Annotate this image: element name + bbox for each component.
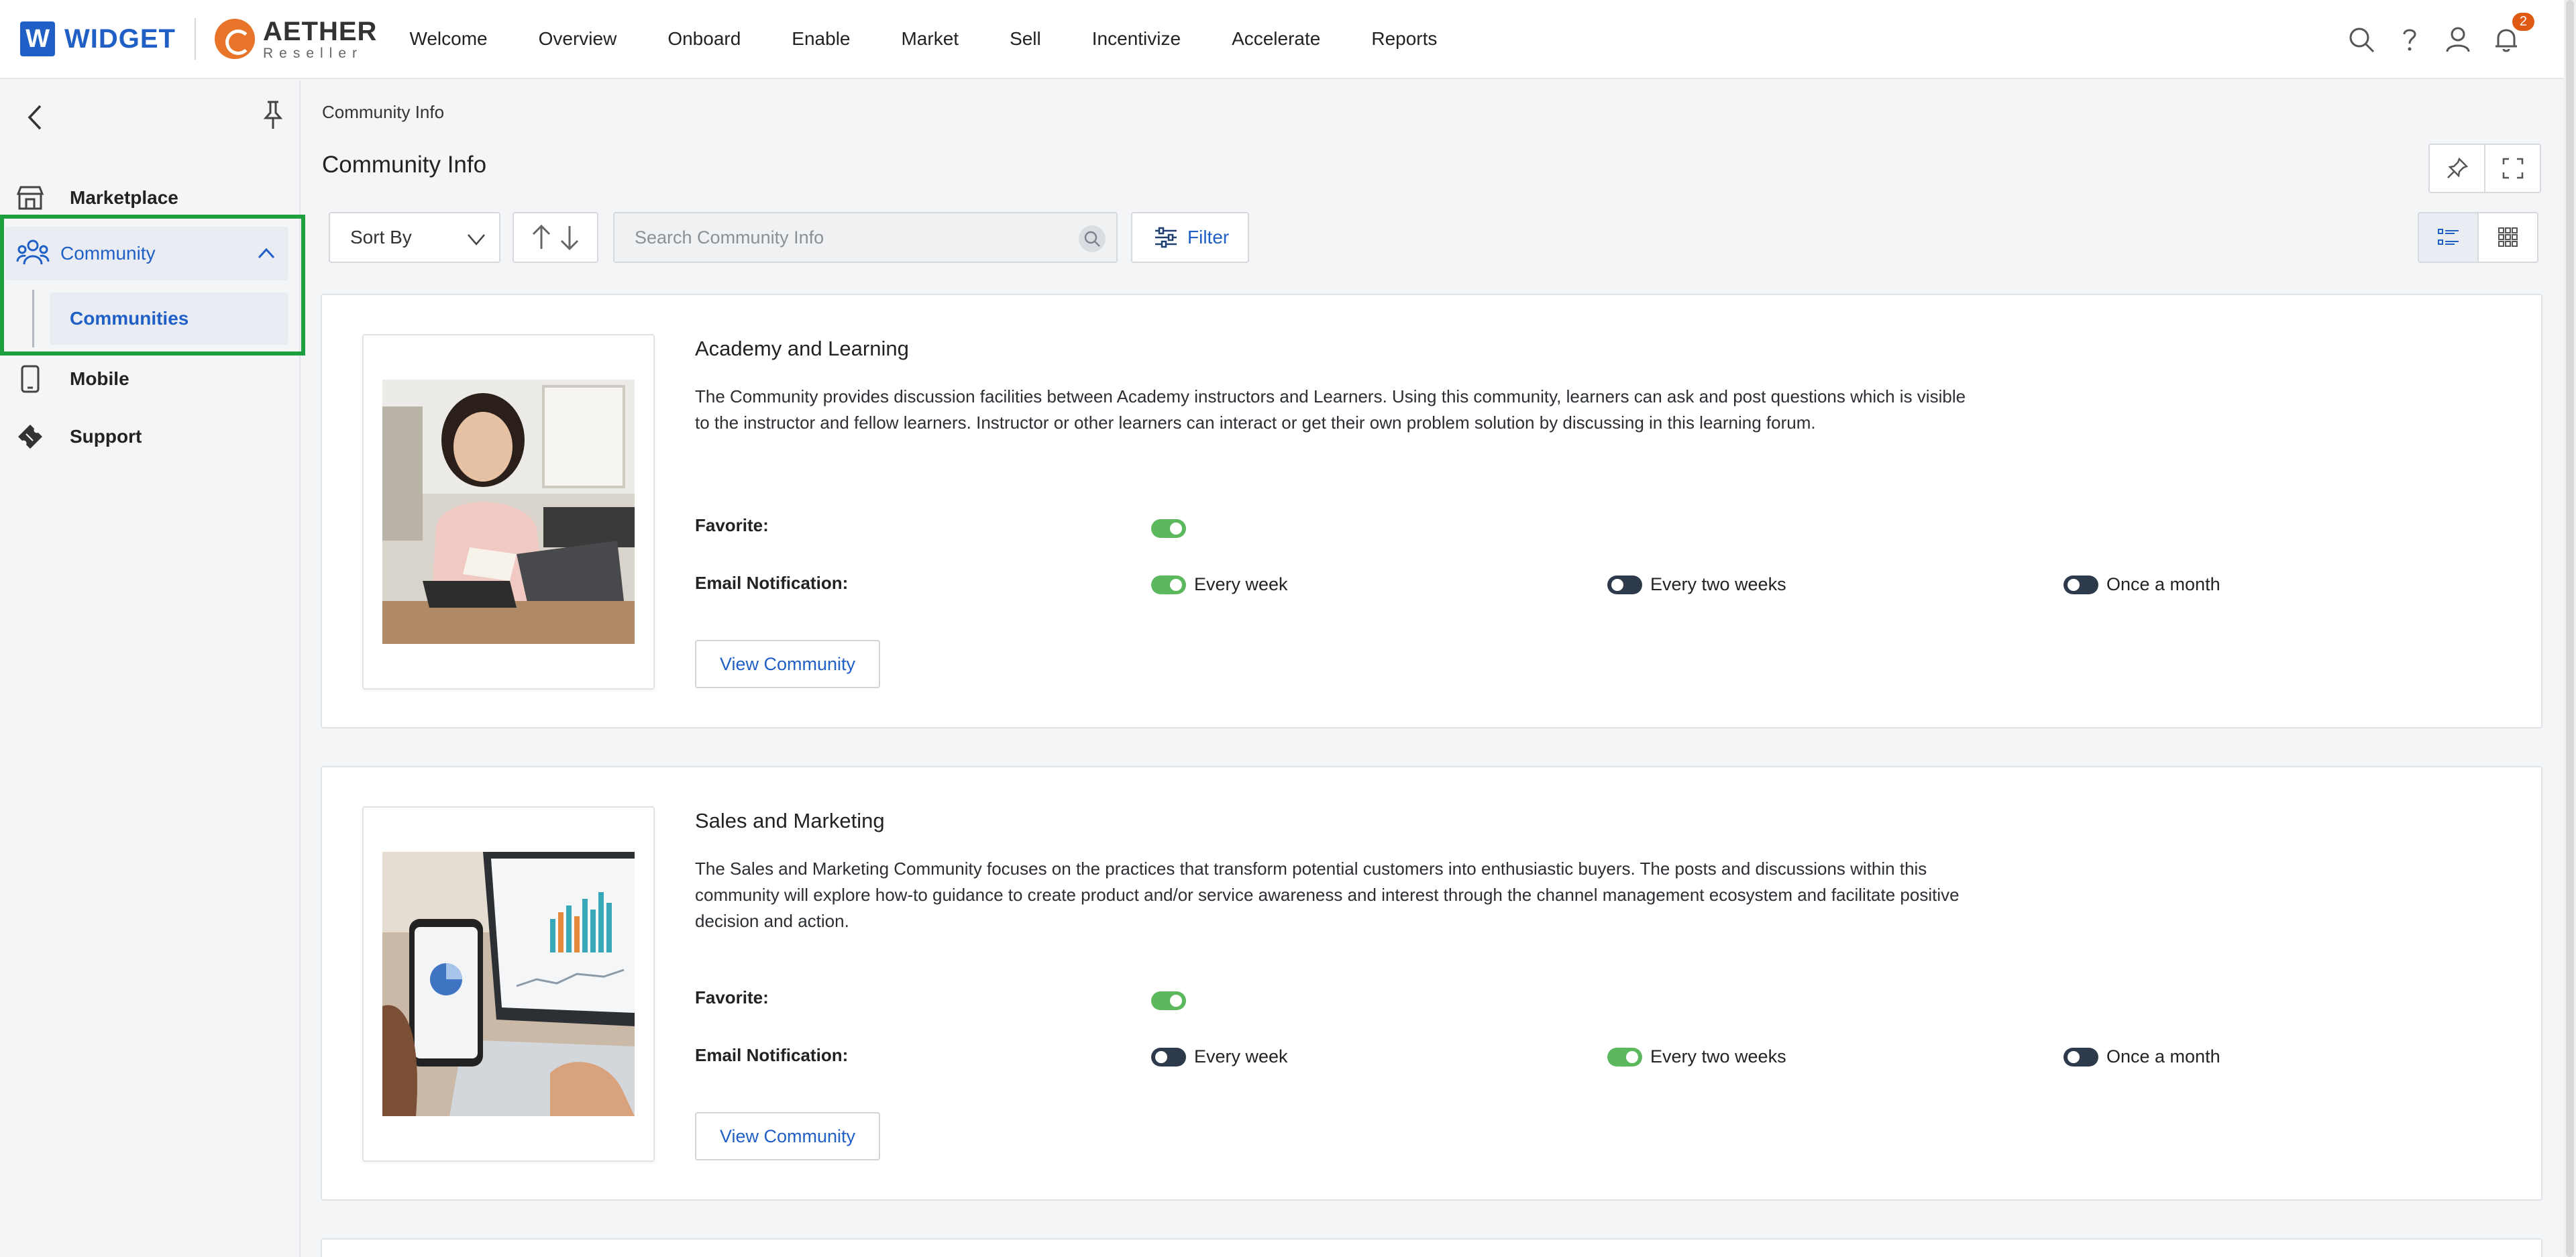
community-image-frame [362,334,655,690]
every-week-toggle[interactable] [1151,576,1186,594]
nav-market[interactable]: Market [901,28,959,50]
sidebar-subitem-label: Communities [70,308,189,329]
chevron-up-icon[interactable] [254,240,279,266]
community-card: Academy and Learning The Community provi… [321,294,2542,728]
sidebar-item-label: Mobile [70,368,129,389]
notifications-bell-icon[interactable]: 2 [2489,13,2534,57]
sidebar-item-label: Community [60,243,156,264]
every-week-label: Every week [1194,574,1288,594]
nav-overview[interactable]: Overview [539,28,617,50]
favorite-toggle[interactable] [1151,991,1186,1010]
sidebar-item-label: Marketplace [70,187,178,208]
community-card [321,1238,2542,1257]
aether-logo-text: AETHER [262,16,378,46]
filter-sliders-icon [1152,224,1179,251]
aether-logo-icon [214,19,255,59]
nav-accelerate[interactable]: Accelerate [1232,28,1320,50]
nav-reports[interactable]: Reports [1371,28,1437,50]
every-week-toggle[interactable] [1151,1048,1186,1067]
mobile-icon [15,364,46,394]
community-title: Sales and Marketing [695,809,885,832]
nav-enable[interactable]: Enable [792,28,850,50]
nav-sell[interactable]: Sell [1010,28,1041,50]
sidebar-item-label: Support [70,426,142,447]
user-icon[interactable] [2440,22,2475,57]
once-a-month-toggle[interactable] [2063,576,2098,594]
aether-reseller-logo[interactable]: AETHER Reseller [214,16,378,61]
widget-logo[interactable]: W WIDGET [20,21,176,56]
sidebar-item-community[interactable]: Community [5,227,288,280]
search-community-box [613,212,1118,263]
sort-direction-button[interactable] [513,212,598,263]
sidebar-subitem-communities[interactable]: Communities [50,292,288,345]
community-image-frame [362,806,655,1162]
ticket-icon [15,421,46,452]
list-toolbar: Sort By Filter [329,212,2542,263]
view-community-button[interactable]: View Community [695,1112,880,1160]
search-input[interactable] [614,213,1071,262]
sort-ascending-descending-icon [532,224,579,251]
fullscreen-icon[interactable] [2484,145,2540,192]
email-notification-label: Email Notification: [695,573,849,593]
widget-logo-text: WIDGET [64,23,176,54]
every-two-weeks-label: Every two weeks [1650,1046,1786,1067]
sidebar-item-mobile[interactable]: Mobile [0,353,301,405]
chevron-down-icon [464,227,488,251]
page-actions [2428,144,2541,193]
every-two-weeks-toggle[interactable] [1607,1048,1642,1067]
email-notification-label: Email Notification: [695,1045,849,1065]
every-two-weeks-label: Every two weeks [1650,574,1786,594]
scrollbar-thumb[interactable] [2566,0,2574,1257]
aether-logo-subtext: Reseller [262,45,364,61]
once-a-month-label: Once a month [2106,574,2220,594]
community-icon [16,237,50,268]
sort-by-label: Sort By [350,227,412,248]
pin-sidebar-icon[interactable] [258,98,288,131]
once-a-month-toggle[interactable] [2063,1048,2098,1067]
once-a-month-label: Once a month [2106,1046,2220,1067]
filter-button[interactable]: Filter [1131,212,1249,263]
view-community-button[interactable]: View Community [695,640,880,688]
notification-count-badge: 2 [2512,13,2534,31]
logo-divider [194,18,196,60]
collapse-sidebar-back-icon[interactable] [23,101,47,134]
nav-welcome[interactable]: Welcome [409,28,487,50]
store-icon [15,182,46,213]
sort-by-dropdown[interactable]: Sort By [329,212,500,263]
community-description: The Community provides discussion facili… [695,386,1966,433]
favorite-label: Favorite: [695,515,769,535]
nav-incentivize[interactable]: Incentivize [1092,28,1181,50]
every-two-weeks-toggle[interactable] [1607,576,1642,594]
sidebar-item-support[interactable]: Support [0,411,301,463]
community-image-sales-dashboard [382,852,635,1116]
favorite-toggle[interactable] [1151,519,1186,538]
nav-onboard[interactable]: Onboard [667,28,741,50]
page-title: Community Info [322,152,487,178]
search-icon[interactable] [2344,22,2379,57]
every-week-label: Every week [1194,1046,1288,1067]
community-description: The Sales and Marketing Community focuse… [695,859,1960,931]
view-mode-toggle [2418,212,2538,263]
submenu-guide-line [32,290,34,347]
community-card: Sales and Marketing The Sales and Market… [321,766,2542,1201]
widget-logo-mark: W [20,21,55,56]
main-nav: Welcome Overview Onboard Enable Market S… [409,28,1488,50]
community-title: Academy and Learning [695,337,909,360]
favorite-label: Favorite: [695,987,769,1007]
list-view-icon[interactable] [2419,213,2477,262]
help-icon[interactable] [2392,22,2427,57]
page-scrollbar[interactable] [2564,0,2576,1257]
filter-label: Filter [1187,227,1230,248]
top-navigation-bar: W WIDGET AETHER Reseller Welcome Overvie… [0,0,2564,79]
community-image-woman-studying [382,380,635,644]
breadcrumb: Community Info [322,102,445,122]
grid-view-icon[interactable] [2477,213,2537,262]
sidebar: Marketplace Community Communities Mobile [0,80,305,1257]
search-icon[interactable] [1079,225,1106,252]
pin-page-icon[interactable] [2430,145,2484,192]
